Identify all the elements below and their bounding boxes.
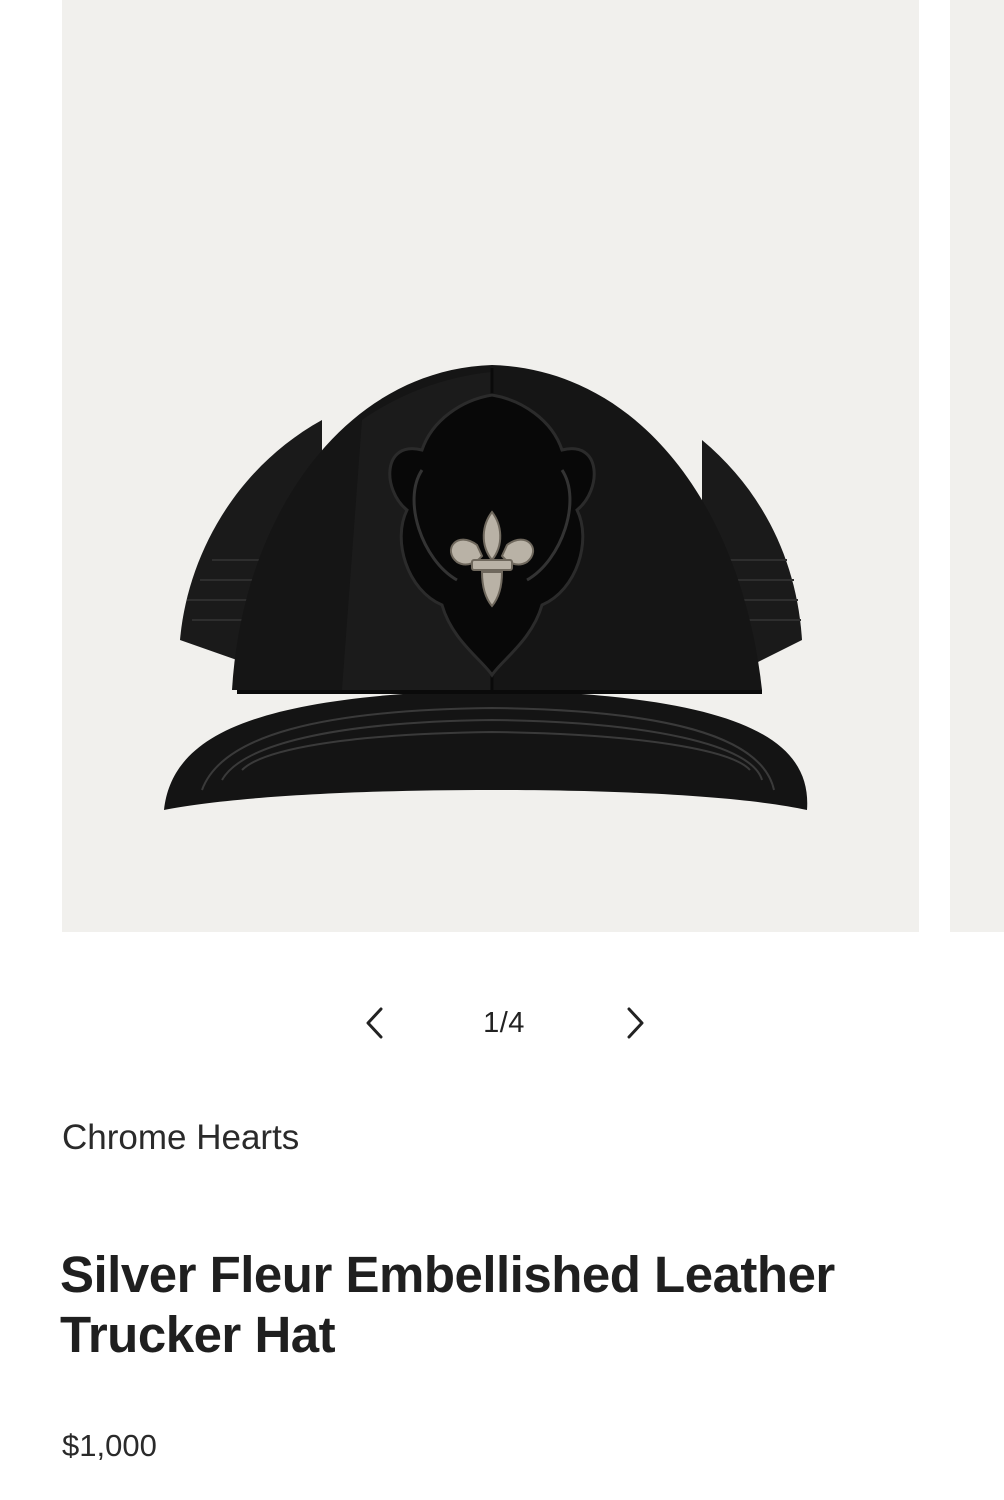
previous-image-button[interactable] <box>356 1003 396 1043</box>
image-carousel[interactable] <box>0 0 1004 935</box>
carousel-pager: 1/4 <box>0 995 1004 1055</box>
product-title: Silver Fleur Embellished Leather Trucker… <box>60 1246 835 1363</box>
chevron-right-icon <box>627 1007 644 1039</box>
next-image-slide-peek[interactable] <box>950 0 1004 932</box>
product-image-slide[interactable] <box>62 0 919 932</box>
brand-link[interactable]: Chrome Hearts <box>62 1118 299 1158</box>
product-price: $1,000 <box>62 1428 157 1463</box>
product-image <box>164 365 808 810</box>
image-counter: 1/4 <box>483 1007 525 1039</box>
next-image-button[interactable] <box>614 1003 654 1043</box>
product-page: 1/4 Chrome Hearts Silver Fleur Embellish… <box>0 0 1004 1500</box>
chevron-left-icon <box>366 1007 383 1039</box>
